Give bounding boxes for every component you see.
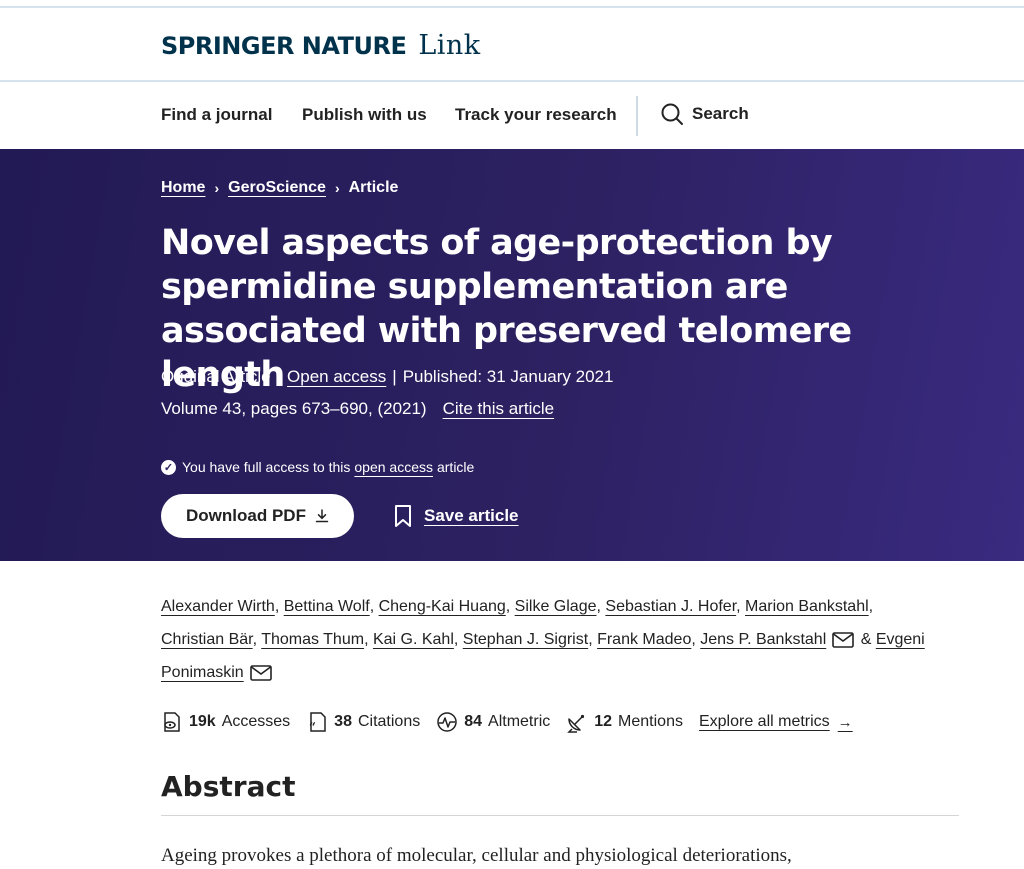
author-link[interactable]: Thomas Thum [261,631,364,648]
access-prefix: You have full access to this [182,459,351,475]
nav-publish-with-us[interactable]: Publish with us [302,105,427,125]
quote-document-icon: “ [309,712,326,733]
altmetric-value: 84 [464,713,483,730]
access-suffix: article [436,459,475,475]
metrics-bar: 19k Accesses “ 38 Citations 84 Altmetric… [161,711,853,733]
article-meta: Original Article | Open access | Publish… [161,367,613,387]
published-date: Published: 31 January 2021 [402,367,614,386]
brand-sub: Link [418,30,481,61]
author-link[interactable]: Silke Glage [515,598,597,615]
nav-track-research[interactable]: Track your research [455,105,617,125]
altmetric-label: Altmetric [488,713,551,730]
author-link[interactable]: Bettina Wolf [284,598,370,615]
breadcrumb-home[interactable]: Home [161,179,205,197]
arrow-right-icon: → [837,713,853,731]
breadcrumb-geroscience[interactable]: GeroScience [228,179,326,197]
author-link[interactable]: Sebastian J. Hofer [605,598,736,615]
open-access-link[interactable]: Open access [287,367,386,387]
author-link[interactable]: Kai G. Kahl [373,631,454,648]
chevron-right-icon: › [214,180,220,196]
access-open-access-link[interactable]: open access [354,459,433,475]
article-hero: Home › GeroScience › Article Novel aspec… [0,149,1024,561]
author-link[interactable]: Alexander Wirth [161,598,275,615]
search-label: Search [692,104,749,123]
author-link[interactable]: Cheng-Kai Huang [379,598,506,615]
search-button[interactable]: Search [660,102,749,126]
download-icon [315,509,329,523]
author-link[interactable]: Marion Bankstahl [745,598,869,615]
download-pdf-label: Download PDF [186,506,306,525]
author-link[interactable]: Stephan J. Sigrist [463,631,588,648]
cite-article-link[interactable]: Cite this article [443,399,554,419]
metric-altmetric: 84 Altmetric [436,711,550,733]
brand-main: SPRINGER NATURE [161,32,407,60]
metric-mentions: 12 Mentions [566,711,683,733]
meta-separator: | [392,367,397,386]
search-icon [661,103,683,125]
save-article-label: Save article [424,506,519,525]
author-link[interactable]: Jens P. Bankstahl [700,631,826,648]
download-pdf-button[interactable]: Download PDF [161,494,354,538]
article-volume-row: Volume 43, pages 673–690, (2021) Cite th… [161,399,554,419]
abstract-divider [161,815,959,816]
check-circle-icon: ✓ [161,459,176,475]
breadcrumb: Home › GeroScience › Article [161,179,398,197]
meta-separator: | [276,367,282,386]
save-article-button[interactable]: Save article [392,504,519,528]
mentions-label: Mentions [618,713,683,730]
metric-citations: “ 38 Citations [306,711,420,733]
accesses-value: 19k [189,713,216,730]
nav-divider [636,96,638,136]
chevron-right-icon: › [334,180,340,196]
eye-document-icon [164,712,180,732]
bookmark-icon [395,505,411,527]
satellite-dish-icon [567,714,585,733]
svg-text:“: “ [309,720,316,733]
volume-info: Volume 43, pages 673–690, (2021) [161,399,427,418]
abstract-heading: Abstract [161,770,296,803]
mentions-value: 12 [594,713,613,730]
accesses-label: Accesses [221,713,291,730]
metric-accesses: 19k Accesses [161,711,290,733]
mail-icon[interactable] [249,664,272,681]
springer-nature-link-logo[interactable]: SPRINGER NATURE Link [161,30,481,61]
author-link[interactable]: Christian Bär [161,631,253,648]
breadcrumb-current: Article [348,179,399,196]
article-type: Original Article [161,367,271,386]
altmetric-icon [437,712,457,732]
author-list: Alexander Wirth, Bettina Wolf, Cheng-Kai… [161,598,925,681]
brand-bar: SPRINGER NATURE Link [0,8,1024,82]
explore-metrics-link[interactable]: Explore all metrics → [699,713,853,731]
citations-value: 38 [334,713,352,730]
nav-find-journal[interactable]: Find a journal [161,105,272,125]
mail-icon[interactable] [832,631,855,648]
author-link[interactable]: Frank Madeo [597,631,691,648]
main-nav: Find a journal Publish with us Track you… [0,84,1024,148]
access-notice: ✓ You have full access to this open acce… [161,459,474,475]
explore-metrics-label: Explore all metrics [698,713,830,730]
citations-label: Citations [357,713,421,730]
abstract-text: Ageing provokes a plethora of molecular,… [161,845,792,866]
